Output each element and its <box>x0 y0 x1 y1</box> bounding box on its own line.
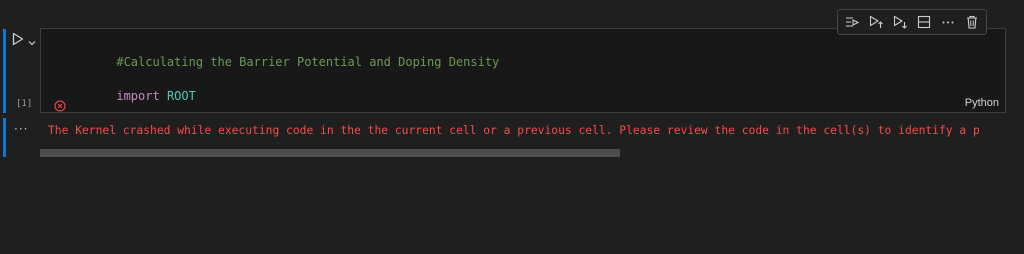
split-cell-button[interactable] <box>914 12 934 32</box>
play-icon <box>12 32 24 46</box>
delete-cell-icon <box>967 15 977 29</box>
notebook-page: [1] #Calculating the Barrier Potential a… <box>0 0 1024 254</box>
execute-above-icon <box>869 15 883 28</box>
more-actions-button[interactable] <box>938 12 958 32</box>
output-horizontal-scrollbar[interactable] <box>40 149 1006 157</box>
error-status-icon <box>54 97 66 112</box>
delete-cell-button[interactable] <box>962 12 982 32</box>
execute-below-button[interactable] <box>890 12 910 32</box>
cell-toolbar <box>837 9 987 35</box>
output-scrollbar-thumb[interactable] <box>40 149 620 157</box>
run-by-line-button[interactable] <box>842 12 862 32</box>
run-cell-button[interactable] <box>10 30 26 48</box>
kernel-crash-error-message: The Kernel crashed while executing code … <box>48 124 980 137</box>
execute-above-button[interactable] <box>866 12 886 32</box>
cell-execution-bar <box>3 29 6 113</box>
execute-below-icon <box>893 15 907 29</box>
code-line-2[interactable]: import ROOT <box>73 75 196 117</box>
code-comment: #Calculating the Barrier Potential and D… <box>116 55 500 69</box>
run-by-line-icon <box>846 17 860 27</box>
cell-language-selector[interactable]: Python <box>965 97 999 109</box>
code-keyword: import <box>116 89 160 103</box>
output-execution-bar <box>3 118 6 157</box>
chevron-down-icon <box>28 41 36 46</box>
execution-count: [1] <box>16 99 33 109</box>
code-module: ROOT <box>166 89 196 103</box>
run-options-dropdown[interactable] <box>27 33 37 46</box>
code-cell-editor[interactable]: #Calculating the Barrier Potential and D… <box>40 28 1006 113</box>
more-actions-icon <box>942 21 954 24</box>
split-cell-icon <box>917 15 931 29</box>
output-actions-menu[interactable]: ··· <box>14 123 28 135</box>
